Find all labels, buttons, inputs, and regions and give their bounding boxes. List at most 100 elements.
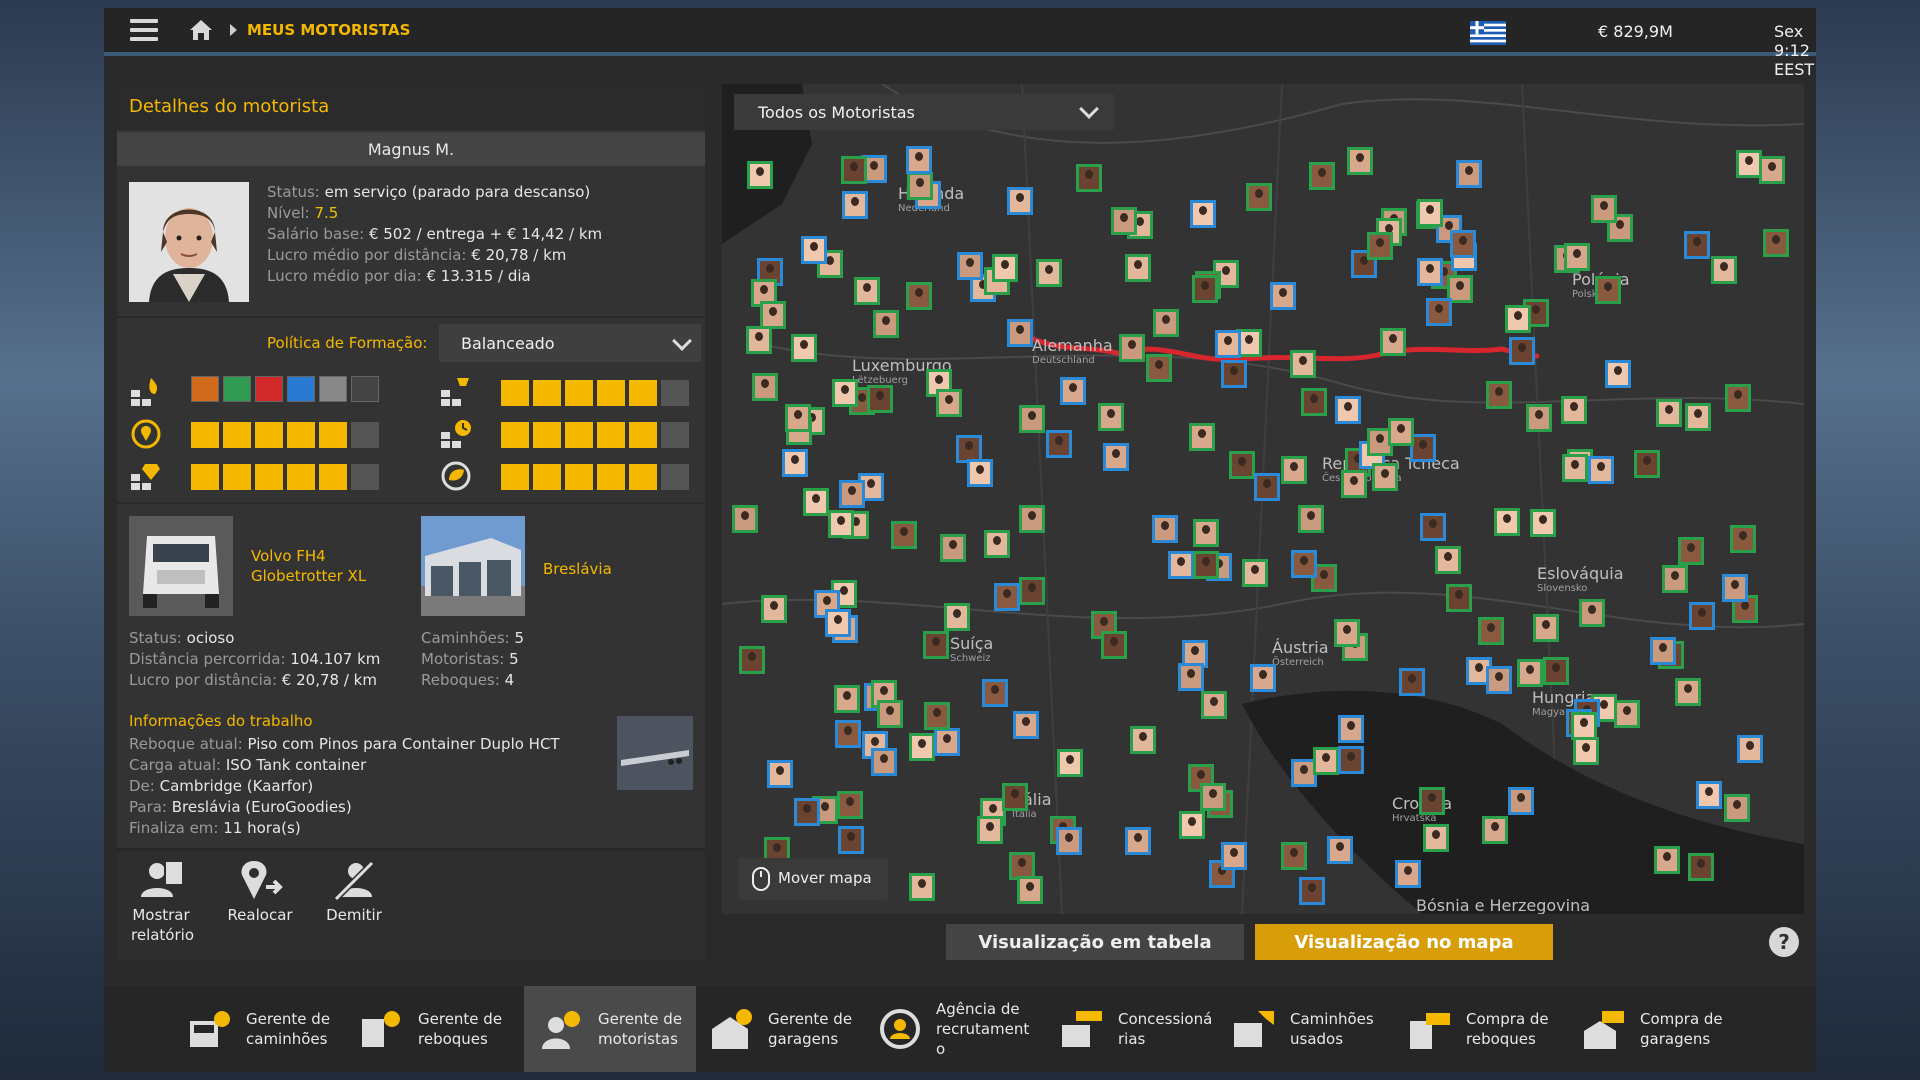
- home-icon[interactable]: [188, 18, 214, 42]
- driver-marker[interactable]: [1018, 505, 1045, 534]
- driver-marker[interactable]: [1334, 618, 1361, 647]
- driver-marker[interactable]: [1326, 835, 1353, 864]
- nav-recruitment-agency[interactable]: Agência de recrutament o: [862, 986, 1034, 1072]
- driver-marker[interactable]: [745, 325, 772, 354]
- driver-marker[interactable]: [1367, 232, 1394, 261]
- nav-trailer-manager[interactable]: Gerente de reboques: [344, 986, 516, 1072]
- driver-marker[interactable]: [909, 873, 936, 902]
- driver-marker[interactable]: [1118, 333, 1145, 362]
- driver-marker[interactable]: [1526, 403, 1553, 432]
- driver-marker[interactable]: [1485, 380, 1512, 409]
- driver-marker[interactable]: [994, 582, 1021, 611]
- driver-marker[interactable]: [1417, 258, 1444, 287]
- driver-marker[interactable]: [1013, 711, 1040, 740]
- menu-icon[interactable]: [130, 14, 158, 46]
- driver-marker[interactable]: [1435, 546, 1462, 575]
- driver-marker[interactable]: [1192, 518, 1219, 547]
- driver-marker[interactable]: [1129, 726, 1156, 754]
- driver-marker[interactable]: [1684, 402, 1711, 431]
- driver-marker[interactable]: [1249, 664, 1276, 693]
- driver-marker[interactable]: [1674, 677, 1701, 706]
- driver-marker[interactable]: [1614, 699, 1641, 728]
- driver-marker[interactable]: [1189, 423, 1216, 452]
- garage-name[interactable]: Breslávia: [543, 560, 612, 578]
- driver-marker[interactable]: [732, 504, 759, 533]
- driver-marker[interactable]: [1562, 453, 1589, 482]
- driver-marker[interactable]: [1075, 164, 1102, 193]
- driver-marker[interactable]: [1060, 376, 1087, 405]
- driver-marker[interactable]: [1006, 319, 1033, 348]
- driver-marker[interactable]: [1270, 282, 1297, 311]
- driver-marker[interactable]: [1300, 388, 1327, 417]
- driver-marker[interactable]: [1125, 254, 1152, 283]
- driver-marker[interactable]: [1201, 690, 1228, 719]
- driver-marker[interactable]: [1736, 735, 1763, 764]
- driver-marker[interactable]: [1016, 875, 1043, 904]
- driver-marker[interactable]: [1420, 513, 1447, 542]
- driver-marker[interactable]: [1517, 659, 1543, 688]
- driver-marker[interactable]: [1684, 230, 1711, 259]
- relocate-button[interactable]: Realocar: [223, 859, 297, 925]
- driver-marker[interactable]: [1199, 783, 1226, 812]
- nav-truck-manager[interactable]: Gerente de caminhões: [172, 986, 344, 1072]
- driver-marker[interactable]: [1192, 550, 1219, 579]
- driver-marker[interactable]: [1394, 859, 1421, 888]
- driver-marker[interactable]: [908, 733, 935, 762]
- drivers-map[interactable]: Todos os Motoristas HolandaNederland Lux…: [722, 84, 1804, 914]
- driver-marker[interactable]: [1254, 472, 1281, 501]
- driver-marker[interactable]: [739, 646, 766, 675]
- driver-marker[interactable]: [1111, 206, 1138, 235]
- driver-marker[interactable]: [1001, 783, 1028, 812]
- driver-marker[interactable]: [791, 334, 818, 362]
- driver-marker[interactable]: [1102, 442, 1129, 471]
- driver-marker[interactable]: [1655, 398, 1682, 427]
- driver-marker[interactable]: [1338, 714, 1365, 743]
- driver-marker[interactable]: [854, 276, 881, 305]
- driver-marker[interactable]: [1290, 549, 1317, 578]
- driver-marker[interactable]: [1379, 327, 1406, 356]
- driver-marker[interactable]: [1153, 309, 1180, 338]
- driver-marker[interactable]: [839, 479, 866, 508]
- driver-marker[interactable]: [1724, 794, 1751, 823]
- driver-marker[interactable]: [1456, 159, 1483, 188]
- driver-marker[interactable]: [1426, 297, 1453, 326]
- driver-marker[interactable]: [825, 609, 852, 638]
- driver-marker[interactable]: [1725, 384, 1752, 413]
- driver-marker[interactable]: [1563, 243, 1590, 272]
- driver-marker[interactable]: [1371, 463, 1398, 492]
- driver-marker[interactable]: [1341, 470, 1368, 499]
- driver-marker[interactable]: [1019, 577, 1046, 606]
- driver-marker[interactable]: [935, 389, 962, 418]
- driver-marker[interactable]: [1543, 656, 1570, 685]
- truck-image[interactable]: [129, 516, 233, 616]
- driver-marker[interactable]: [967, 458, 994, 487]
- driver-marker[interactable]: [1399, 668, 1426, 697]
- driver-marker[interactable]: [1298, 876, 1325, 905]
- driver-marker[interactable]: [957, 251, 984, 280]
- driver-marker[interactable]: [840, 155, 867, 184]
- driver-marker[interactable]: [1100, 631, 1127, 660]
- driver-marker[interactable]: [781, 449, 808, 478]
- driver-marker[interactable]: [1595, 276, 1622, 304]
- driver-marker[interactable]: [870, 748, 897, 777]
- driver-marker[interactable]: [1560, 396, 1587, 425]
- driver-marker[interactable]: [1689, 602, 1716, 631]
- driver-marker[interactable]: [1168, 551, 1194, 580]
- driver-marker[interactable]: [1346, 146, 1373, 175]
- driver-marker[interactable]: [1759, 155, 1786, 184]
- driver-marker[interactable]: [803, 488, 830, 517]
- driver-marker[interactable]: [981, 678, 1008, 707]
- driver-marker[interactable]: [1177, 662, 1204, 691]
- driver-marker[interactable]: [1661, 564, 1688, 593]
- driver-marker[interactable]: [1151, 514, 1178, 543]
- driver-marker[interactable]: [907, 171, 934, 200]
- driver-marker[interactable]: [1417, 199, 1444, 228]
- driver-marker[interactable]: [1281, 455, 1308, 484]
- nav-used-trucks[interactable]: Caminhões usados: [1216, 986, 1388, 1072]
- driver-marker[interactable]: [1605, 360, 1632, 389]
- driver-marker[interactable]: [1179, 810, 1206, 839]
- driver-marker[interactable]: [1418, 787, 1445, 816]
- driver-marker[interactable]: [1229, 450, 1256, 479]
- driver-marker[interactable]: [1019, 404, 1046, 433]
- driver-marker[interactable]: [841, 190, 868, 219]
